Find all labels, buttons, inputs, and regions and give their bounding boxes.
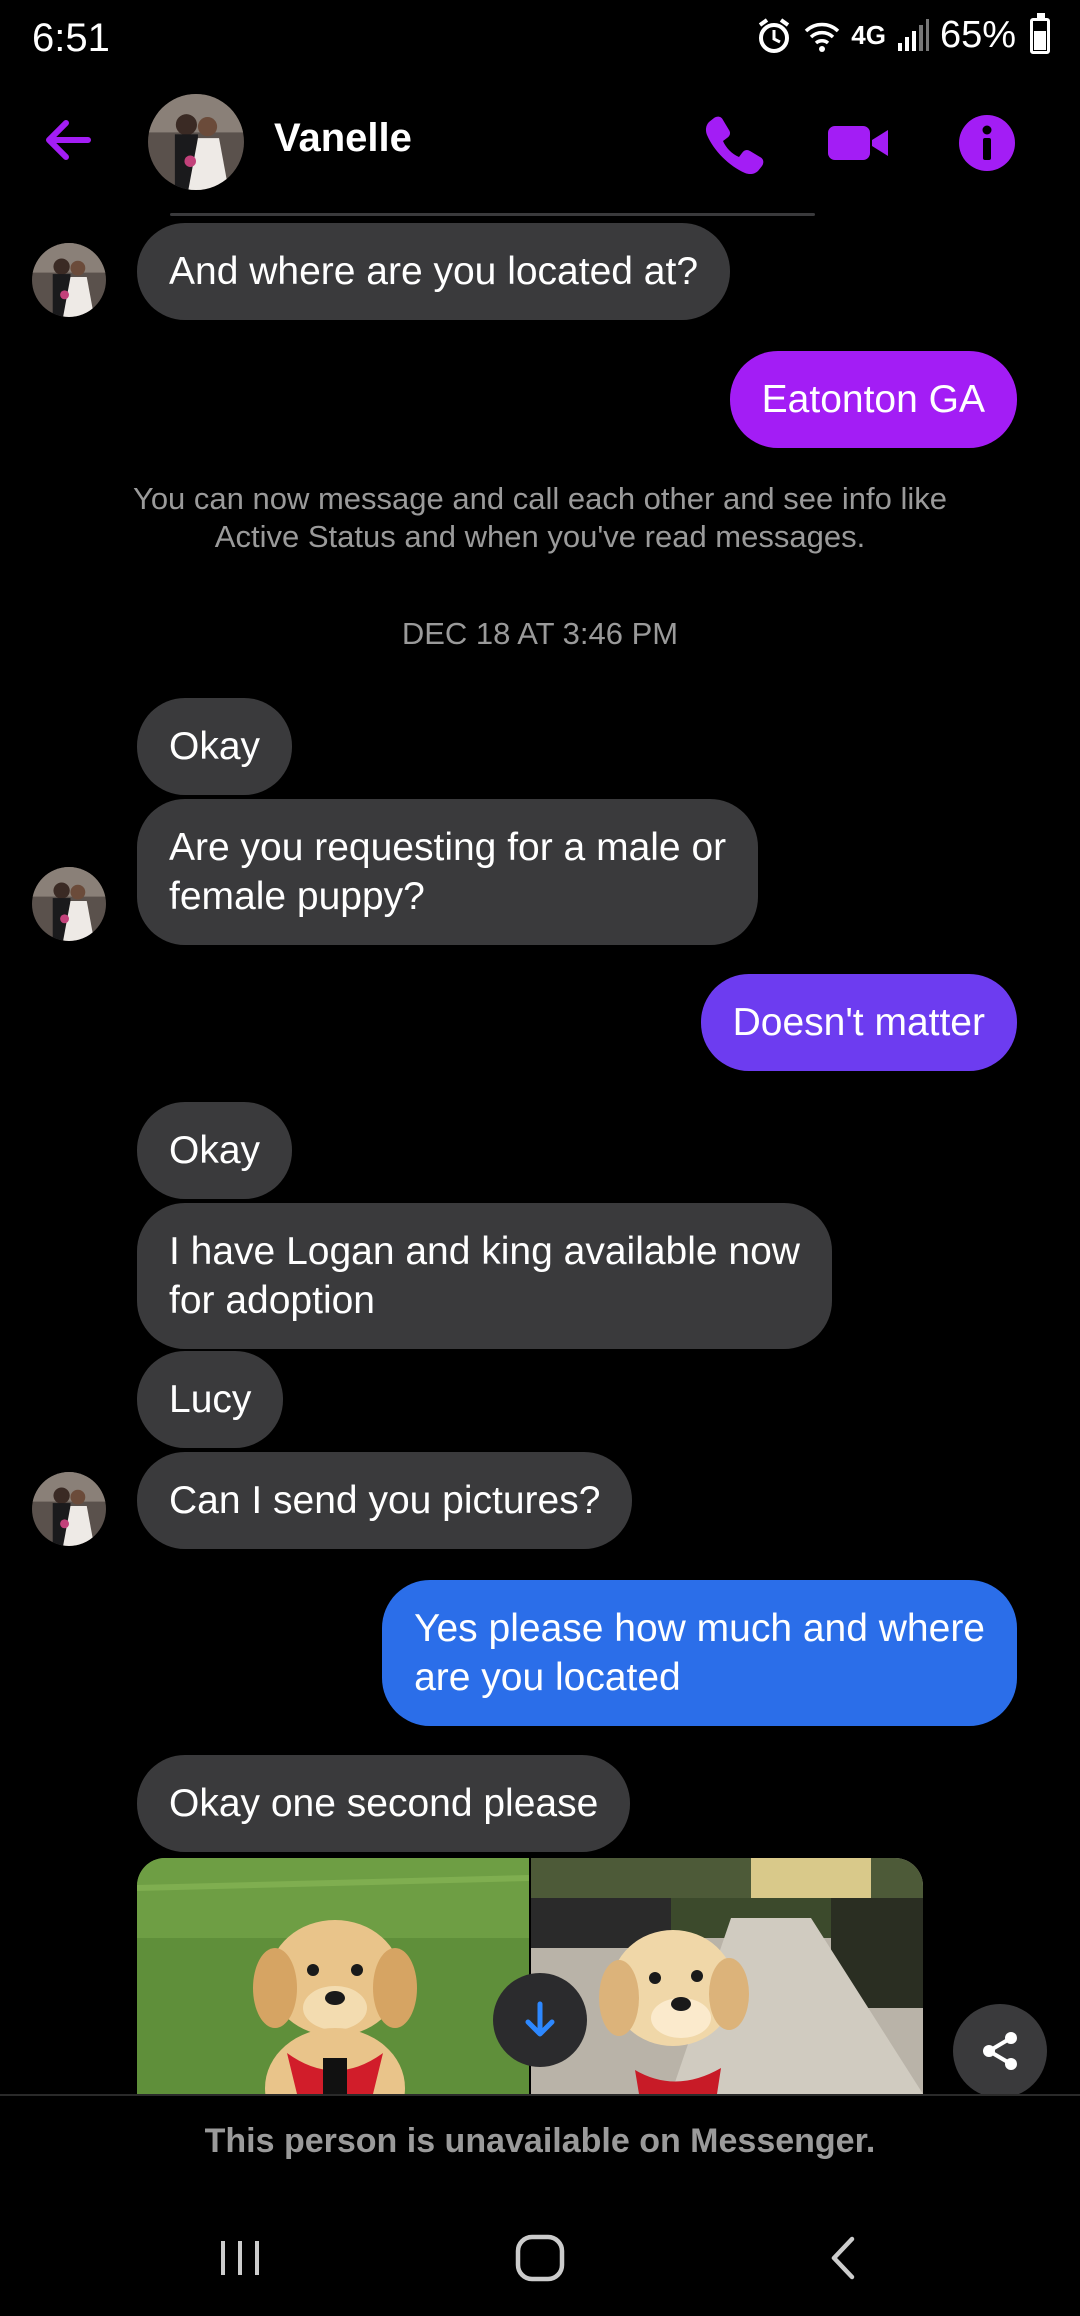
network-type: 4G xyxy=(851,20,886,50)
battery-percent: 65% xyxy=(939,14,1016,56)
back-button[interactable] xyxy=(38,110,108,170)
video-camera-icon xyxy=(828,126,888,160)
info-button[interactable] xyxy=(954,110,1020,176)
unavailable-banner: This person is unavailable on Messenger. xyxy=(0,2094,1080,2198)
message-incoming[interactable]: I have Logan and king available now for … xyxy=(137,1203,832,1349)
home-icon xyxy=(515,2234,565,2282)
sender-avatar[interactable] xyxy=(32,867,106,941)
status-bar: 6:51 4G 65% xyxy=(0,0,1080,80)
message-outgoing[interactable]: Yes please how much and where are you lo… xyxy=(382,1580,1017,1726)
share-icon xyxy=(983,2032,1017,2070)
back-icon xyxy=(831,2236,855,2280)
message-incoming[interactable]: Okay one second please xyxy=(137,1755,631,1852)
message-timestamp: DEC 18 AT 3:46 PM xyxy=(401,616,679,651)
info-icon xyxy=(959,115,1015,171)
alarm-icon xyxy=(759,17,790,53)
home-button[interactable] xyxy=(505,2228,575,2288)
puppy-photo[interactable] xyxy=(531,1858,923,2094)
status-time: 6:51 xyxy=(32,16,110,60)
wifi-icon xyxy=(805,22,840,52)
call-button[interactable] xyxy=(700,110,766,176)
message-outgoing[interactable]: Eatonton GA xyxy=(729,351,1017,448)
puppy-photo[interactable] xyxy=(137,1858,529,2094)
back-arrow-icon xyxy=(46,120,91,160)
message-incoming[interactable]: Lucy xyxy=(137,1351,284,1448)
share-button[interactable] xyxy=(953,2004,1047,2098)
back-nav-button[interactable] xyxy=(810,2228,880,2288)
message-incoming[interactable]: And where are you located at? xyxy=(137,223,731,320)
message-incoming[interactable]: Okay xyxy=(137,698,293,795)
system-notice: You can now message and call each other … xyxy=(132,481,947,554)
signal-icon xyxy=(897,18,929,51)
message-incoming[interactable]: Okay xyxy=(137,1102,293,1199)
sender-avatar[interactable] xyxy=(32,243,106,317)
phone-icon xyxy=(705,116,764,175)
contact-avatar[interactable] xyxy=(148,94,244,190)
status-icons: 4G 65% xyxy=(755,12,1050,57)
scroll-edge xyxy=(170,213,815,216)
contact-name[interactable]: Vanelle xyxy=(274,116,412,161)
scroll-to-bottom-button[interactable] xyxy=(493,1973,587,2067)
battery-icon xyxy=(1030,12,1050,54)
recents-button[interactable] xyxy=(205,2228,275,2288)
message-outgoing[interactable]: Doesn't matter xyxy=(700,974,1017,1071)
unavailable-text: This person is unavailable on Messenger. xyxy=(204,2122,876,2160)
recents-icon xyxy=(221,2241,259,2275)
sender-avatar[interactable] xyxy=(32,1472,106,1546)
arrow-down-icon xyxy=(525,2001,555,2037)
video-call-button[interactable] xyxy=(826,110,892,176)
conversation-header: Vanelle xyxy=(0,80,1080,205)
system-nav-bar xyxy=(0,2198,1080,2316)
message-incoming[interactable]: Can I send you pictures? xyxy=(137,1452,633,1549)
message-incoming[interactable]: Are you requesting for a male or female … xyxy=(137,799,759,945)
